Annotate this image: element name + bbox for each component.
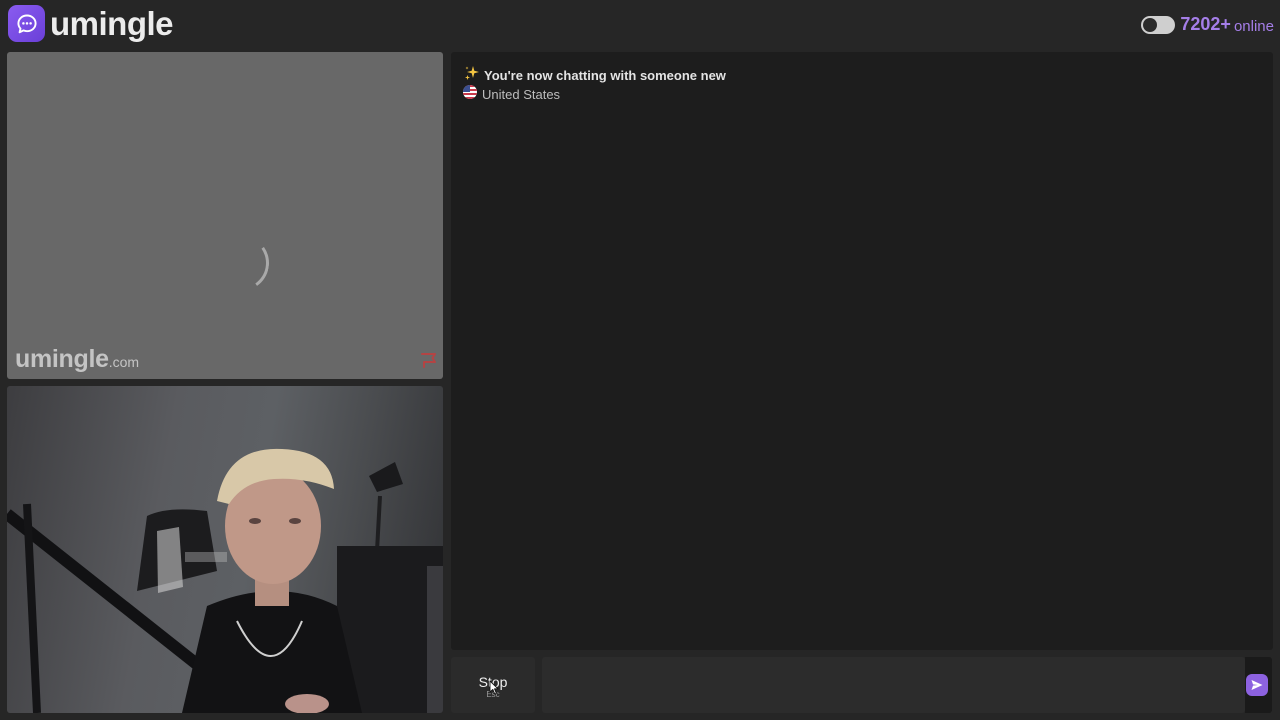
online-status: 7202+ online <box>1141 14 1274 35</box>
sparkles-icon <box>464 65 480 86</box>
self-camera-video <box>7 386 443 713</box>
chat-log: You're now chatting with someone new Uni… <box>451 52 1273 650</box>
site-logo[interactable]: umingle <box>8 5 174 42</box>
stranger-country: United States <box>482 86 561 102</box>
chat-bubble-logo-icon <box>8 5 45 42</box>
system-message: You're now chatting with someone new Uni… <box>463 65 726 104</box>
send-button[interactable] <box>1245 657 1272 713</box>
watermark-main: umingle <box>15 345 109 373</box>
report-flag-icon[interactable] <box>419 352 439 373</box>
message-input[interactable] <box>542 657 1245 713</box>
toggle-knob <box>1143 17 1158 32</box>
stop-button[interactable]: Stop Esc <box>451 657 535 713</box>
theme-toggle[interactable] <box>1141 15 1176 34</box>
online-label: online <box>1233 17 1274 35</box>
top-header: umingle 7202+ online <box>0 0 1280 50</box>
video-watermark: umingle.com <box>15 345 139 374</box>
send-icon <box>1246 674 1268 696</box>
logo-wordmark: umingle <box>50 5 174 42</box>
online-count: 7202+ <box>1180 14 1231 34</box>
system-message-title: You're now chatting with someone new <box>484 67 726 83</box>
watermark-suffix: .com <box>108 354 140 370</box>
stranger-video: umingle.com <box>7 52 443 379</box>
us-flag-icon <box>463 84 477 104</box>
camera-feed-image <box>7 448 443 713</box>
mouse-pointer-icon <box>489 680 499 700</box>
spinner-icon <box>208 230 274 296</box>
